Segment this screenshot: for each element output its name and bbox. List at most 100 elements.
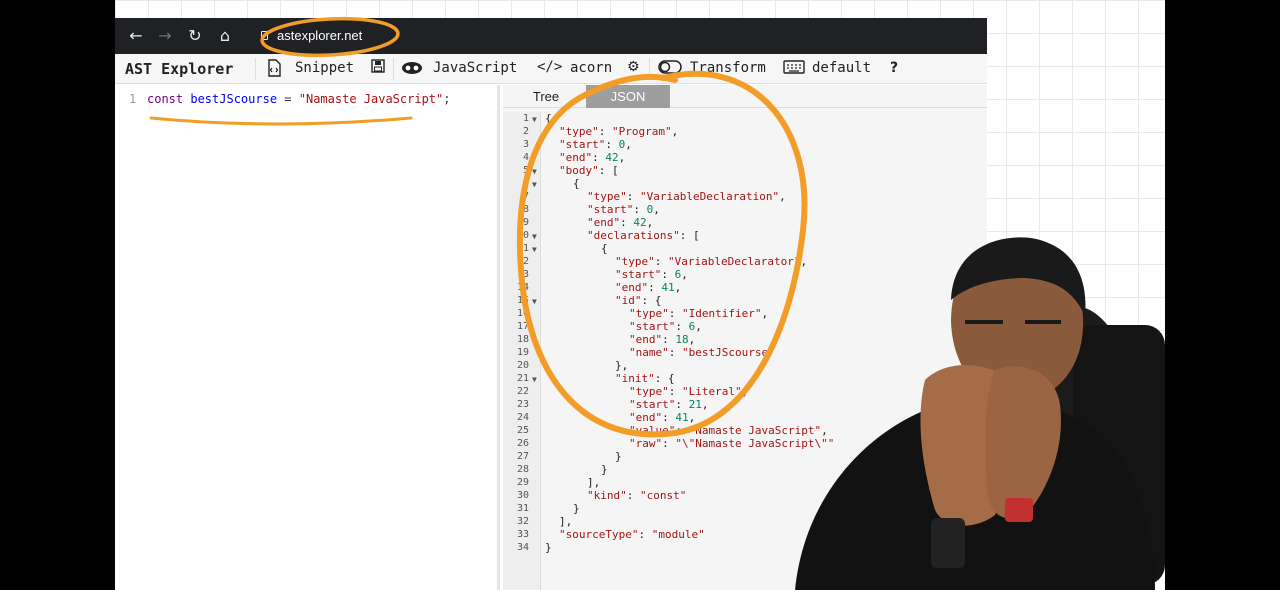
json-line-number: 22 (516, 386, 529, 397)
code-string: "Namaste JavaScript" (298, 92, 444, 106)
toolbar-divider (393, 58, 394, 80)
json-punct: ], (559, 515, 573, 528)
json-key: "sourceType" (559, 528, 639, 541)
json-line-number: 17 (516, 321, 529, 332)
json-key: "end" (629, 333, 663, 346)
json-line-number: 28 (516, 464, 529, 475)
json-line-text: "init": { (615, 372, 675, 385)
json-line-number: 24 (516, 412, 529, 423)
code-brackets-icon: </> (537, 59, 563, 75)
json-line-number: 9 (522, 217, 529, 228)
code-operator: = (277, 92, 299, 106)
json-key: "end" (587, 216, 621, 229)
address-bar[interactable]: astexplorer.net (255, 25, 535, 47)
json-punct: , (618, 151, 626, 164)
json-line-text: "start": 21, (629, 398, 709, 411)
json-line-number: 21 (516, 373, 529, 384)
json-value: 21 (688, 398, 702, 411)
json-line-number: 25 (516, 425, 529, 436)
save-icon[interactable] (371, 59, 385, 77)
json-line-text: "type": "Literal", (629, 385, 749, 398)
help-button[interactable]: ? (890, 60, 898, 76)
json-line: 1 ▼{ (503, 112, 987, 125)
json-line-text: ], (559, 515, 572, 528)
tab-tree[interactable]: Tree (521, 85, 571, 108)
json-line: 6 ▼{ (503, 177, 987, 190)
json-punct: , (741, 385, 749, 398)
json-key: "start" (559, 138, 606, 151)
transform-menu[interactable]: Transform (690, 60, 766, 76)
json-line: 5 ▼ "body": [ (503, 164, 987, 177)
json-line: 2 "type": "Program", (503, 125, 987, 138)
json-punct: , (671, 125, 679, 138)
reload-icon[interactable]: ↻ (185, 26, 205, 46)
json-punct: , (625, 138, 632, 151)
json-punct: , (653, 203, 660, 216)
json-punct: , (688, 333, 696, 346)
json-line-number: 8 (522, 204, 529, 215)
json-punct: } (545, 541, 552, 554)
json-line-text: "start": 6, (629, 320, 702, 333)
json-line-number: 23 (516, 399, 529, 410)
json-key: "type" (629, 385, 669, 398)
json-key: "declarations" (587, 229, 680, 242)
json-punct: [ (692, 229, 700, 242)
snippet-menu[interactable]: Snippet (295, 60, 354, 76)
transform-toggle-icon (658, 59, 682, 79)
parser-selector[interactable]: acorn (570, 60, 612, 76)
json-line-number: 30 (516, 490, 529, 501)
json-line-number: 12 (516, 256, 529, 267)
forward-arrow-icon[interactable]: → (155, 26, 175, 46)
json-punct: , (688, 411, 696, 424)
tab-json[interactable]: JSON (586, 85, 670, 108)
json-key: "start" (629, 320, 676, 333)
json-punct: ], (587, 476, 601, 489)
json-line-number: 2 (522, 126, 529, 137)
json-punct: , (695, 320, 702, 333)
back-arrow-icon[interactable]: ← (126, 26, 146, 46)
json-line-number: 6 (522, 178, 529, 189)
code-line: const bestJScourse = "Namaste JavaScript… (147, 92, 450, 106)
json-line-number: 15 (516, 295, 529, 306)
json-value: "VariableDeclaration" (640, 190, 780, 203)
keymap-selector[interactable]: default (812, 60, 871, 76)
presenter-webcam (795, 237, 1165, 590)
json-line-text: } (615, 450, 622, 463)
json-line-number: 11 (516, 243, 529, 254)
json-line-number: 33 (516, 529, 529, 540)
json-key: "raw" (629, 437, 663, 450)
json-punct: , (674, 281, 682, 294)
json-key: "init" (615, 372, 655, 385)
keyboard-icon (783, 59, 805, 79)
json-punct: { (668, 372, 675, 385)
json-punct: , (646, 216, 654, 229)
json-value: 18 (675, 333, 689, 346)
json-line-number: 34 (516, 542, 529, 553)
json-line-number: 31 (516, 503, 529, 514)
json-line-text: "type": "VariableDeclaration", (587, 190, 786, 203)
json-line-text: "declarations": [ (587, 229, 700, 242)
json-key: "type" (559, 125, 599, 138)
json-line-number: 16 (516, 308, 529, 319)
json-line-number: 4 (522, 152, 529, 163)
json-key: "kind" (587, 489, 627, 502)
gear-icon[interactable]: ⚙ (627, 59, 640, 75)
json-line-number: 27 (516, 451, 529, 462)
code-editor[interactable]: 1 const bestJScourse = "Namaste JavaScri… (115, 85, 500, 590)
language-selector[interactable]: JavaScript (433, 60, 517, 76)
json-line-number: 32 (516, 516, 529, 527)
url-text: astexplorer.net (277, 28, 363, 43)
json-line-text: "type": "Program", (559, 125, 679, 138)
json-line-number: 20 (516, 360, 529, 371)
json-key: "end" (615, 281, 649, 294)
json-line-text: ], (587, 476, 600, 489)
json-line-text: "start": 0, (559, 138, 632, 151)
json-key: "value" (629, 424, 676, 437)
json-punct: , (779, 190, 786, 203)
json-line-text: "end": 41, (615, 281, 682, 294)
json-value: "Literal" (682, 385, 742, 398)
json-line-number: 3 (522, 139, 529, 150)
json-line-text: { (601, 242, 608, 255)
json-line: 8 "start": 0, (503, 203, 987, 216)
home-icon[interactable]: ⌂ (215, 26, 235, 46)
